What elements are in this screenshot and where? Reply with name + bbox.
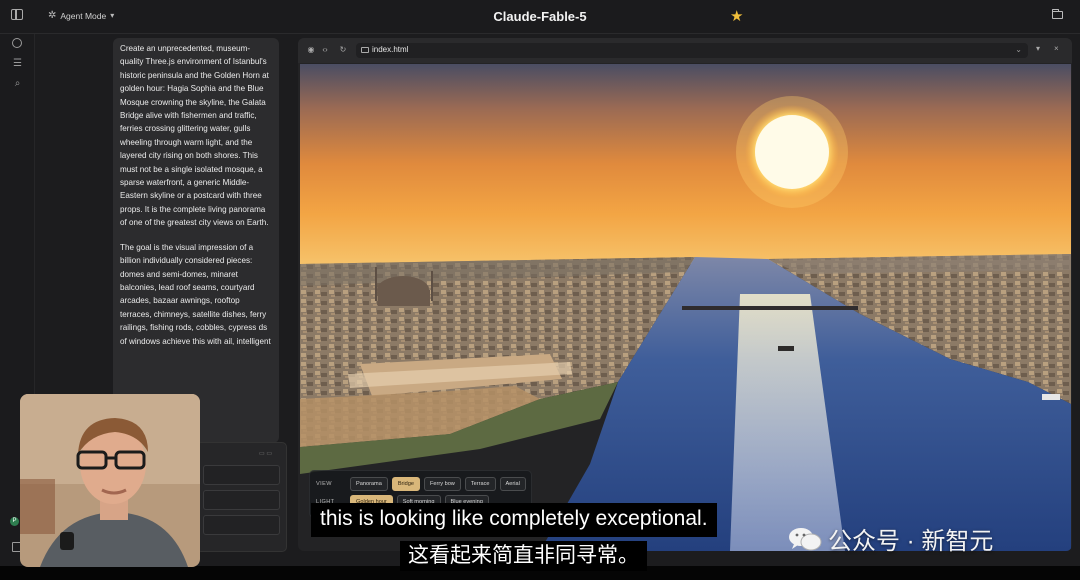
view-label: VIEW [316,481,332,487]
chevron-down-icon[interactable]: ⌄ [1015,45,1022,54]
title-bar: ✲ Agent Mode ▾ Claude-Fable-5 ★ [0,0,1080,34]
composer-option[interactable] [203,515,280,535]
view-option-panorama[interactable]: Panorama [350,477,388,491]
sidebar-toggle-icon[interactable] [11,9,23,20]
sparkle-icon: ✲ [48,10,57,21]
address-text: index.html [372,45,409,54]
composer-input[interactable] [203,465,280,485]
eye-icon[interactable]: ◉ [306,45,316,55]
composer-hint-icon: ▭ ▭ [258,451,272,457]
close-icon[interactable]: × [1054,44,1059,53]
address-field[interactable]: index.html ⌄ [356,43,1028,58]
prompt-paragraph: The goal is the visual impression of a b… [120,242,271,346]
watermark-text: 公众号 · 新智元 [828,528,994,555]
chat-composer[interactable]: ▭ ▭ [196,442,287,552]
agent-mode-label: Agent Mode [60,10,107,21]
search-icon[interactable]: ⌕ [12,78,23,89]
list-icon[interactable]: ☰ [12,58,23,69]
agent-mode-dropdown[interactable]: ✲ Agent Mode ▾ [48,10,114,21]
url-bar: ◉ ‹› ↻ index.html ⌄ ▾ × [298,38,1072,63]
refresh-icon[interactable]: ↻ [338,45,348,55]
english-subtitle: this is looking like completely exceptio… [311,503,717,537]
chevron-down-icon: ▾ [110,11,115,20]
user-prompt-bubble: Create an unprecedented, museum-quality … [113,38,279,443]
mic-icon[interactable]: ▾ [1036,44,1040,53]
preview-pane: ◉ ‹› ↻ index.html ⌄ ▾ × VIEW Panorama Br… [298,38,1072,551]
composer-option[interactable] [203,490,280,510]
wechat-logo-icon [789,527,822,550]
chinese-subtitle: 这看起来简直非同寻常。 [400,541,647,571]
view-option-aerial[interactable]: Aerial [499,477,526,491]
prompt-paragraph: Create an unprecedented, museum-quality … [120,44,269,228]
star-icon[interactable]: ★ [730,7,743,25]
webcam-overlay [20,394,200,567]
view-option-terrace[interactable]: Terrace [464,477,496,491]
view-option-bridge[interactable]: Bridge [391,477,420,491]
view-row: VIEW Panorama Bridge Ferry bow Terrace A… [316,477,526,491]
history-icon[interactable] [12,38,22,48]
threejs-viewport[interactable]: VIEW Panorama Bridge Ferry bow Terrace A… [300,64,1071,551]
avatar[interactable]: P [10,517,19,526]
folder-icon[interactable] [1051,9,1063,19]
view-option-ferry-bow[interactable]: Ferry bow [423,477,461,491]
code-icon[interactable]: ‹› [320,45,330,55]
file-icon [361,47,369,53]
wechat-watermark: 公众号 · 新智元 [788,521,993,556]
presenter-video-icon [20,394,200,567]
window-title: Claude-Fable-5 [493,9,587,24]
